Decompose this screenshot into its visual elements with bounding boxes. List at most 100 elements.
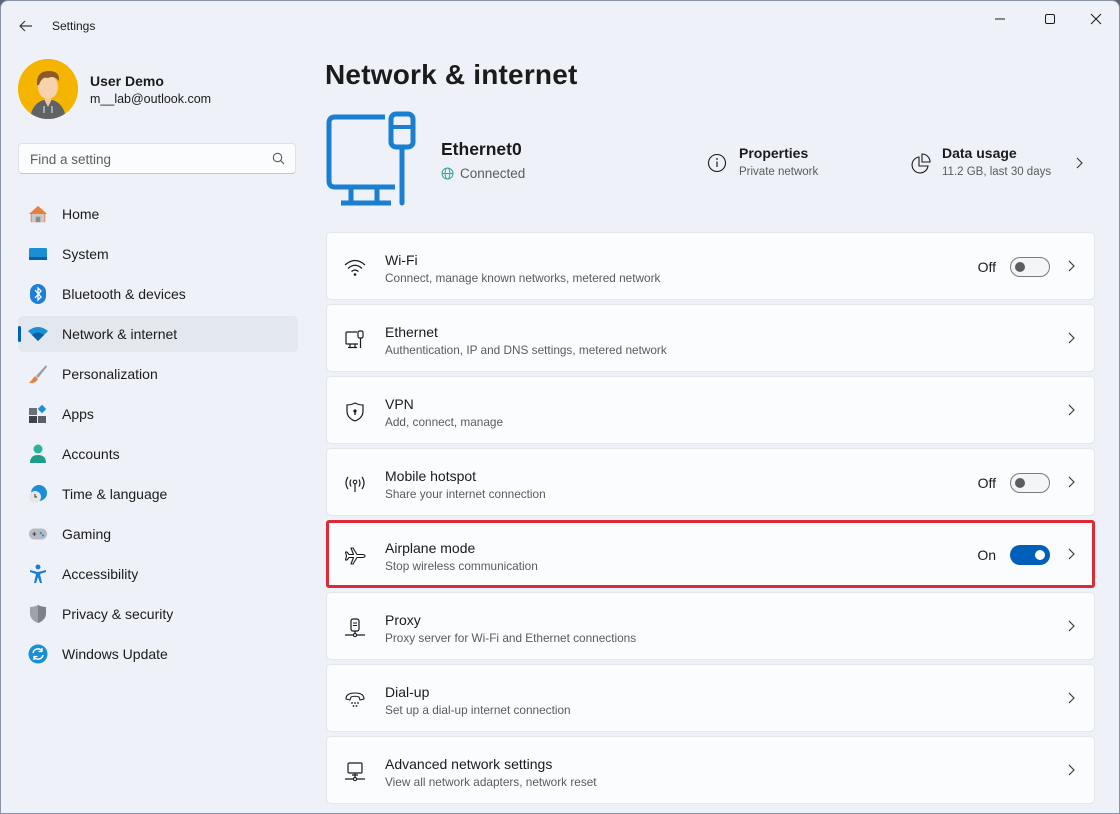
airplane-icon bbox=[344, 545, 366, 567]
card-title: Proxy bbox=[385, 612, 421, 628]
sidebar-item-label: Gaming bbox=[62, 526, 112, 542]
apps-icon bbox=[28, 404, 48, 424]
vpn-shield-icon bbox=[344, 401, 366, 423]
adapter-overview: Ethernet0 Connected Properties Private n… bbox=[325, 111, 1095, 211]
minimize-button[interactable] bbox=[977, 5, 1023, 33]
card-title: Wi-Fi bbox=[385, 252, 418, 268]
chevron-right-icon bbox=[1068, 620, 1075, 632]
properties-subtitle: Private network bbox=[739, 166, 819, 178]
sidebar-item-label: Accounts bbox=[62, 446, 120, 462]
close-button[interactable] bbox=[1073, 5, 1119, 33]
ethernet-adapter-icon bbox=[326, 111, 416, 206]
sidebar-item-label: System bbox=[62, 246, 109, 262]
wifi-toggle-label: Off bbox=[977, 259, 996, 275]
sidebar-nav: Home System Bluetooth & devices Network … bbox=[18, 196, 298, 676]
chevron-right-icon bbox=[1068, 260, 1075, 272]
proxy-icon bbox=[344, 617, 366, 639]
card-subtitle: Authentication, IP and DNS settings, met… bbox=[385, 343, 667, 357]
card-subtitle: View all network adapters, network reset bbox=[385, 775, 597, 789]
search-input[interactable] bbox=[28, 144, 272, 175]
chevron-right-icon bbox=[1068, 764, 1075, 776]
search-icon[interactable] bbox=[272, 152, 285, 165]
sidebar-item-bluetooth-devices[interactable]: Bluetooth & devices bbox=[18, 276, 298, 312]
user-avatar-icon bbox=[18, 59, 78, 119]
info-icon bbox=[707, 153, 727, 173]
page-title: Network & internet bbox=[325, 59, 578, 90]
sidebar-item-label: Apps bbox=[62, 406, 94, 422]
advanced-network-settings-card[interactable]: Advanced network settings View all netwo… bbox=[326, 736, 1095, 804]
wifi-card[interactable]: Wi-Fi Connect, manage known networks, me… bbox=[326, 232, 1095, 300]
sidebar-item-apps[interactable]: Apps bbox=[18, 396, 298, 432]
hotspot-toggle[interactable] bbox=[1010, 473, 1050, 493]
toggle-knob bbox=[1015, 262, 1025, 272]
wifi-icon bbox=[344, 257, 366, 279]
user-profile[interactable]: User Demo m__lab@outlook.com bbox=[18, 59, 211, 119]
sidebar-item-label: Accessibility bbox=[62, 566, 139, 582]
advanced-network-icon bbox=[344, 761, 366, 783]
card-title: Mobile hotspot bbox=[385, 468, 477, 484]
card-subtitle: Add, connect, manage bbox=[385, 415, 504, 429]
chevron-right-icon[interactable] bbox=[1074, 156, 1084, 170]
update-icon bbox=[28, 644, 48, 664]
wifi-toggle[interactable] bbox=[1010, 257, 1050, 277]
sidebar-item-home[interactable]: Home bbox=[18, 196, 298, 232]
sidebar-item-label: Home bbox=[62, 206, 100, 222]
adapter-status-text: Connected bbox=[460, 166, 526, 181]
sidebar-item-label: Network & internet bbox=[62, 326, 178, 342]
user-name: User Demo bbox=[90, 72, 164, 89]
sidebar-item-accounts[interactable]: Accounts bbox=[18, 436, 298, 472]
settings-window: Settings User Demo m__lab@outlook.com Fi… bbox=[0, 0, 1120, 814]
mobile-hotspot-card[interactable]: Mobile hotspot Share your internet conne… bbox=[326, 448, 1095, 516]
adapter-name: Ethernet0 bbox=[441, 139, 522, 159]
chevron-right-icon bbox=[1068, 332, 1075, 344]
sidebar-item-accessibility[interactable]: Accessibility bbox=[18, 556, 298, 592]
user-email: m__lab@outlook.com bbox=[90, 91, 212, 106]
data-usage-link[interactable]: Data usage 11.2 GB, last 30 days bbox=[910, 145, 1090, 185]
card-subtitle: Stop wireless communication bbox=[385, 559, 538, 573]
wifi-icon bbox=[28, 324, 48, 344]
airplane-mode-toggle[interactable] bbox=[1010, 545, 1050, 565]
airplane-mode-card[interactable]: Airplane mode Stop wireless communicatio… bbox=[326, 520, 1095, 588]
chevron-right-icon bbox=[1068, 404, 1075, 416]
sidebar-item-label: Windows Update bbox=[62, 646, 168, 662]
back-button[interactable] bbox=[15, 15, 37, 37]
network-settings-list: Wi-Fi Connect, manage known networks, me… bbox=[326, 232, 1095, 808]
properties-link[interactable]: Properties Private network bbox=[707, 145, 857, 185]
dial-up-card[interactable]: Dial-up Set up a dial-up internet connec… bbox=[326, 664, 1095, 732]
card-subtitle: Connect, manage known networks, metered … bbox=[385, 271, 661, 285]
card-title: VPN bbox=[385, 396, 414, 412]
data-usage-subtitle: 11.2 GB, last 30 days bbox=[942, 166, 1052, 178]
maximize-icon bbox=[1045, 14, 1055, 24]
sidebar-item-label: Bluetooth & devices bbox=[62, 286, 186, 302]
proxy-card[interactable]: Proxy Proxy server for Wi-Fi and Etherne… bbox=[326, 592, 1095, 660]
sidebar-item-system[interactable]: System bbox=[18, 236, 298, 272]
back-arrow-icon bbox=[19, 20, 32, 32]
system-icon bbox=[28, 244, 48, 264]
search-box bbox=[18, 143, 296, 175]
sidebar-item-privacy-security[interactable]: Privacy & security bbox=[18, 596, 298, 632]
hotspot-toggle-label: Off bbox=[977, 475, 996, 491]
accessibility-icon bbox=[28, 564, 48, 584]
card-subtitle: Set up a dial-up internet connection bbox=[385, 703, 571, 717]
chevron-right-icon bbox=[1068, 692, 1075, 704]
sidebar-item-personalization[interactable]: Personalization bbox=[18, 356, 298, 392]
card-title: Airplane mode bbox=[385, 540, 476, 556]
vpn-card[interactable]: VPN Add, connect, manage bbox=[326, 376, 1095, 444]
maximize-button[interactable] bbox=[1027, 5, 1073, 33]
ethernet-card[interactable]: Ethernet Authentication, IP and DNS sett… bbox=[326, 304, 1095, 372]
avatar bbox=[18, 59, 78, 119]
chevron-right-icon bbox=[1068, 476, 1075, 488]
sidebar-item-time-language[interactable]: Time & language bbox=[18, 476, 298, 512]
bluetooth-icon bbox=[28, 284, 48, 304]
sidebar-item-gaming[interactable]: Gaming bbox=[18, 516, 298, 552]
properties-title: Properties bbox=[739, 145, 809, 161]
hotspot-icon bbox=[344, 473, 366, 495]
sidebar-item-label: Personalization bbox=[62, 366, 158, 382]
card-title: Ethernet bbox=[385, 324, 438, 340]
card-subtitle: Proxy server for Wi-Fi and Ethernet conn… bbox=[385, 631, 637, 645]
card-title: Dial-up bbox=[385, 684, 430, 700]
data-usage-title: Data usage bbox=[942, 145, 1017, 161]
dialup-icon bbox=[344, 689, 366, 711]
sidebar-item-windows-update[interactable]: Windows Update bbox=[18, 636, 298, 672]
sidebar-item-network-internet[interactable]: Network & internet bbox=[18, 316, 298, 352]
